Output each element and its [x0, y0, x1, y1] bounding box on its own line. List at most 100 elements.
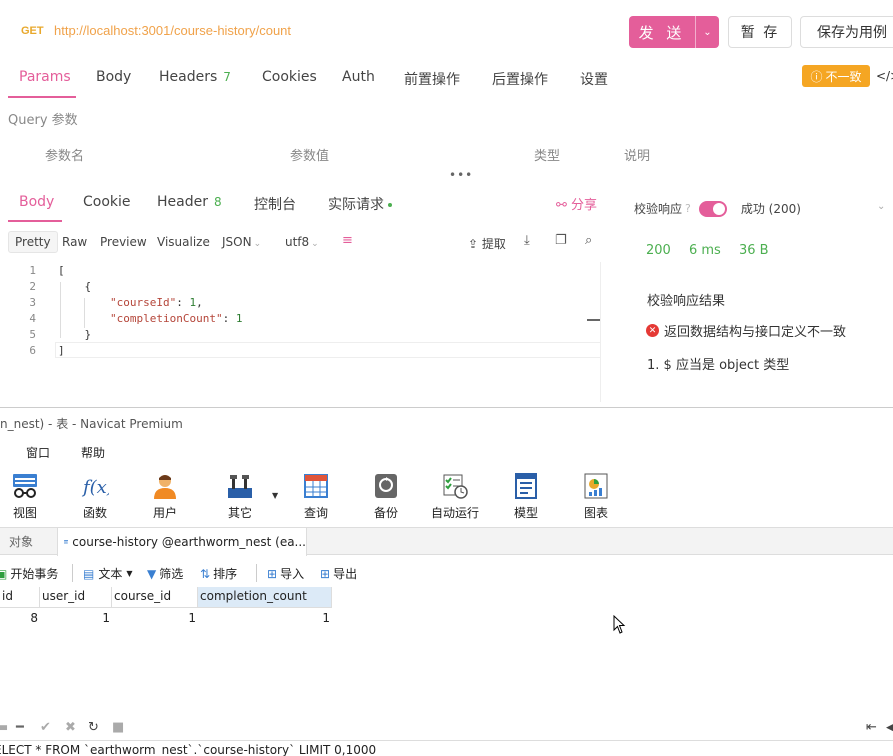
code-line: 4 "completionCount": 1 [29, 312, 243, 325]
tab-params[interactable]: Params [19, 69, 71, 85]
send-button[interactable]: 发 送 ⌄ [629, 16, 719, 48]
tab-headers[interactable]: Headers 7 [159, 69, 231, 85]
dropdown-arrow-icon[interactable]: ▼ [272, 491, 278, 500]
column-header-course-id[interactable]: course_id [112, 587, 198, 608]
chart-icon [582, 472, 610, 500]
tab-actual-request[interactable]: 实际请求 [328, 194, 392, 214]
sort-button[interactable]: ⇅ 排序 [200, 565, 237, 582]
tab-console[interactable]: 控制台 [254, 194, 296, 214]
table-action-bar: ▣ 开始事务 ▤ 文本 ▼ ▼ 筛选 ⇅ 排序 ⊞ 导入 ⊞ 导出 [0, 561, 893, 585]
share-button[interactable]: ⚯ 分享 [556, 194, 597, 213]
encoding-select[interactable]: utf8 ⌄ [285, 235, 319, 249]
http-method[interactable]: GET [21, 25, 44, 37]
table-cell[interactable]: 1 [198, 609, 332, 630]
menu-help[interactable]: 帮助 [81, 444, 105, 461]
tab-body[interactable]: Body [96, 69, 131, 85]
scrollbar-thumb[interactable] [587, 319, 600, 321]
tab-response-body[interactable]: Body [19, 194, 54, 210]
export-button[interactable]: ⊞ 导出 [320, 565, 357, 582]
extract-button[interactable]: ⇪ 提取 [468, 235, 506, 252]
send-button-label[interactable]: 发 送 [629, 16, 695, 48]
stop-icon[interactable]: ■ [112, 720, 124, 735]
table-cell[interactable]: 1 [112, 609, 198, 630]
import-button[interactable]: ⊞ 导入 [267, 565, 304, 582]
chevron-down-icon[interactable]: ⌄ [695, 16, 719, 48]
preview-button[interactable]: Preview [100, 235, 147, 249]
toolbar-view-button[interactable]: 视图 [0, 470, 55, 526]
toolbar-model-button[interactable]: 模型 [496, 470, 556, 526]
tab-post-processors[interactable]: 后置操作 [492, 69, 548, 89]
raw-button[interactable]: Raw [62, 235, 87, 249]
format-select[interactable]: JSON ⌄ [222, 235, 261, 249]
menu-window[interactable]: 窗口 [26, 444, 50, 461]
add-record-icon[interactable]: ▬ [0, 720, 8, 735]
column-header-completion-count[interactable]: completion_count [198, 587, 332, 608]
pretty-button[interactable]: Pretty [8, 231, 58, 253]
column-param-name: 参数名 [45, 149, 85, 164]
mismatch-badge-label: 不一致 [825, 69, 862, 84]
resize-handle[interactable]: ••• [449, 168, 473, 182]
table-cell[interactable]: 8 [0, 609, 40, 630]
column-header-user-id[interactable]: user_id [40, 587, 112, 608]
copy-icon[interactable]: ❐ [555, 233, 567, 248]
mismatch-badge[interactable]: ⓘ 不一致 [802, 65, 870, 87]
active-response-tab-indicator [8, 220, 62, 222]
tab-response-header[interactable]: Header 8 [157, 194, 222, 210]
toolbar-query-label: 查询 [303, 506, 328, 520]
function-icon: f(x) [81, 472, 114, 500]
tab-cookies[interactable]: Cookies [262, 69, 317, 85]
validation-toggle[interactable] [698, 200, 727, 217]
toolbar-other-label: 其它 [227, 506, 252, 520]
url-input[interactable]: http://localhost:3001/course-history/cou… [54, 23, 291, 38]
first-page-icon[interactable]: ⇤ [866, 720, 877, 735]
tab-objects[interactable]: 对象 [0, 528, 56, 555]
tab-table-course-history[interactable]: course-history @earthworm_nest (ea... [57, 528, 307, 556]
response-code-editor[interactable]: 1[ 2 { 3 "courseId": 1, 4 "completionCount… [0, 262, 612, 402]
filter-button[interactable]: ▼ 筛选 [147, 565, 183, 582]
tab-pre-processors[interactable]: 前置操作 [404, 69, 460, 89]
text-button[interactable]: ▤ 文本 ▼ [83, 565, 133, 582]
discard-icon[interactable]: ✖ [65, 720, 76, 735]
model-icon [512, 472, 540, 500]
active-tab-indicator [8, 96, 76, 98]
save-button[interactable]: 暂 存 [728, 16, 792, 48]
tab-auth[interactable]: Auth [342, 69, 375, 85]
toolbar-other-button[interactable]: 其它 [210, 470, 270, 526]
toolbar-function-label: 函数 [82, 506, 107, 520]
tab-settings[interactable]: 设置 [580, 69, 608, 89]
validation-status-select[interactable]: 成功 (200) [741, 200, 801, 217]
save-as-case-button[interactable]: 保存为用例 [800, 16, 893, 48]
apply-icon[interactable]: ✔ [40, 720, 51, 735]
toolbar-user-button[interactable]: 用户 [135, 470, 195, 526]
table-cell[interactable]: 1 [40, 609, 112, 630]
begin-transaction-button[interactable]: ▣ 开始事务 [0, 565, 58, 582]
window-title: n_nest) - 表 - Navicat Premium [0, 417, 183, 431]
toolbar-automation-button[interactable]: 自动运行 [425, 470, 485, 526]
search-icon[interactable]: ⌕ [585, 233, 592, 248]
refresh-icon[interactable]: ↻ [88, 720, 99, 735]
toolbar-chart-button[interactable]: 图表 [566, 470, 626, 526]
validation-label: 校验响应 [634, 202, 683, 216]
table-icon [64, 540, 69, 544]
backup-icon [372, 472, 400, 500]
code-line: 5 } [29, 328, 92, 341]
code-icon[interactable]: </> [876, 69, 893, 83]
delete-record-icon[interactable]: ━ [16, 720, 24, 735]
previous-page-icon[interactable]: ◀ [886, 720, 893, 735]
code-line: 2 { [29, 280, 92, 293]
chevron-down-icon[interactable]: ⌄ [877, 201, 885, 212]
validation-error-text: 返回数据结构与接口定义不一致 [664, 325, 847, 340]
help-icon[interactable]: ? [685, 202, 691, 215]
extract-icon: ⇪ [468, 237, 479, 251]
response-stats: 200 6 ms 36 B [646, 243, 783, 258]
toolbar-function-button[interactable]: f(x) 函数 [65, 470, 125, 526]
column-header-id[interactable]: id [0, 587, 40, 608]
download-icon[interactable]: ⤓ [524, 233, 530, 248]
wrap-lines-icon[interactable]: ≡ [342, 233, 353, 248]
tab-response-cookie[interactable]: Cookie [83, 194, 131, 210]
status-dot [388, 203, 392, 207]
toolbar-query-button[interactable]: 查询 [286, 470, 346, 526]
toolbar-backup-button[interactable]: 备份 [356, 470, 416, 526]
error-icon: ✕ [646, 324, 659, 337]
visualize-button[interactable]: Visualize [157, 235, 210, 249]
